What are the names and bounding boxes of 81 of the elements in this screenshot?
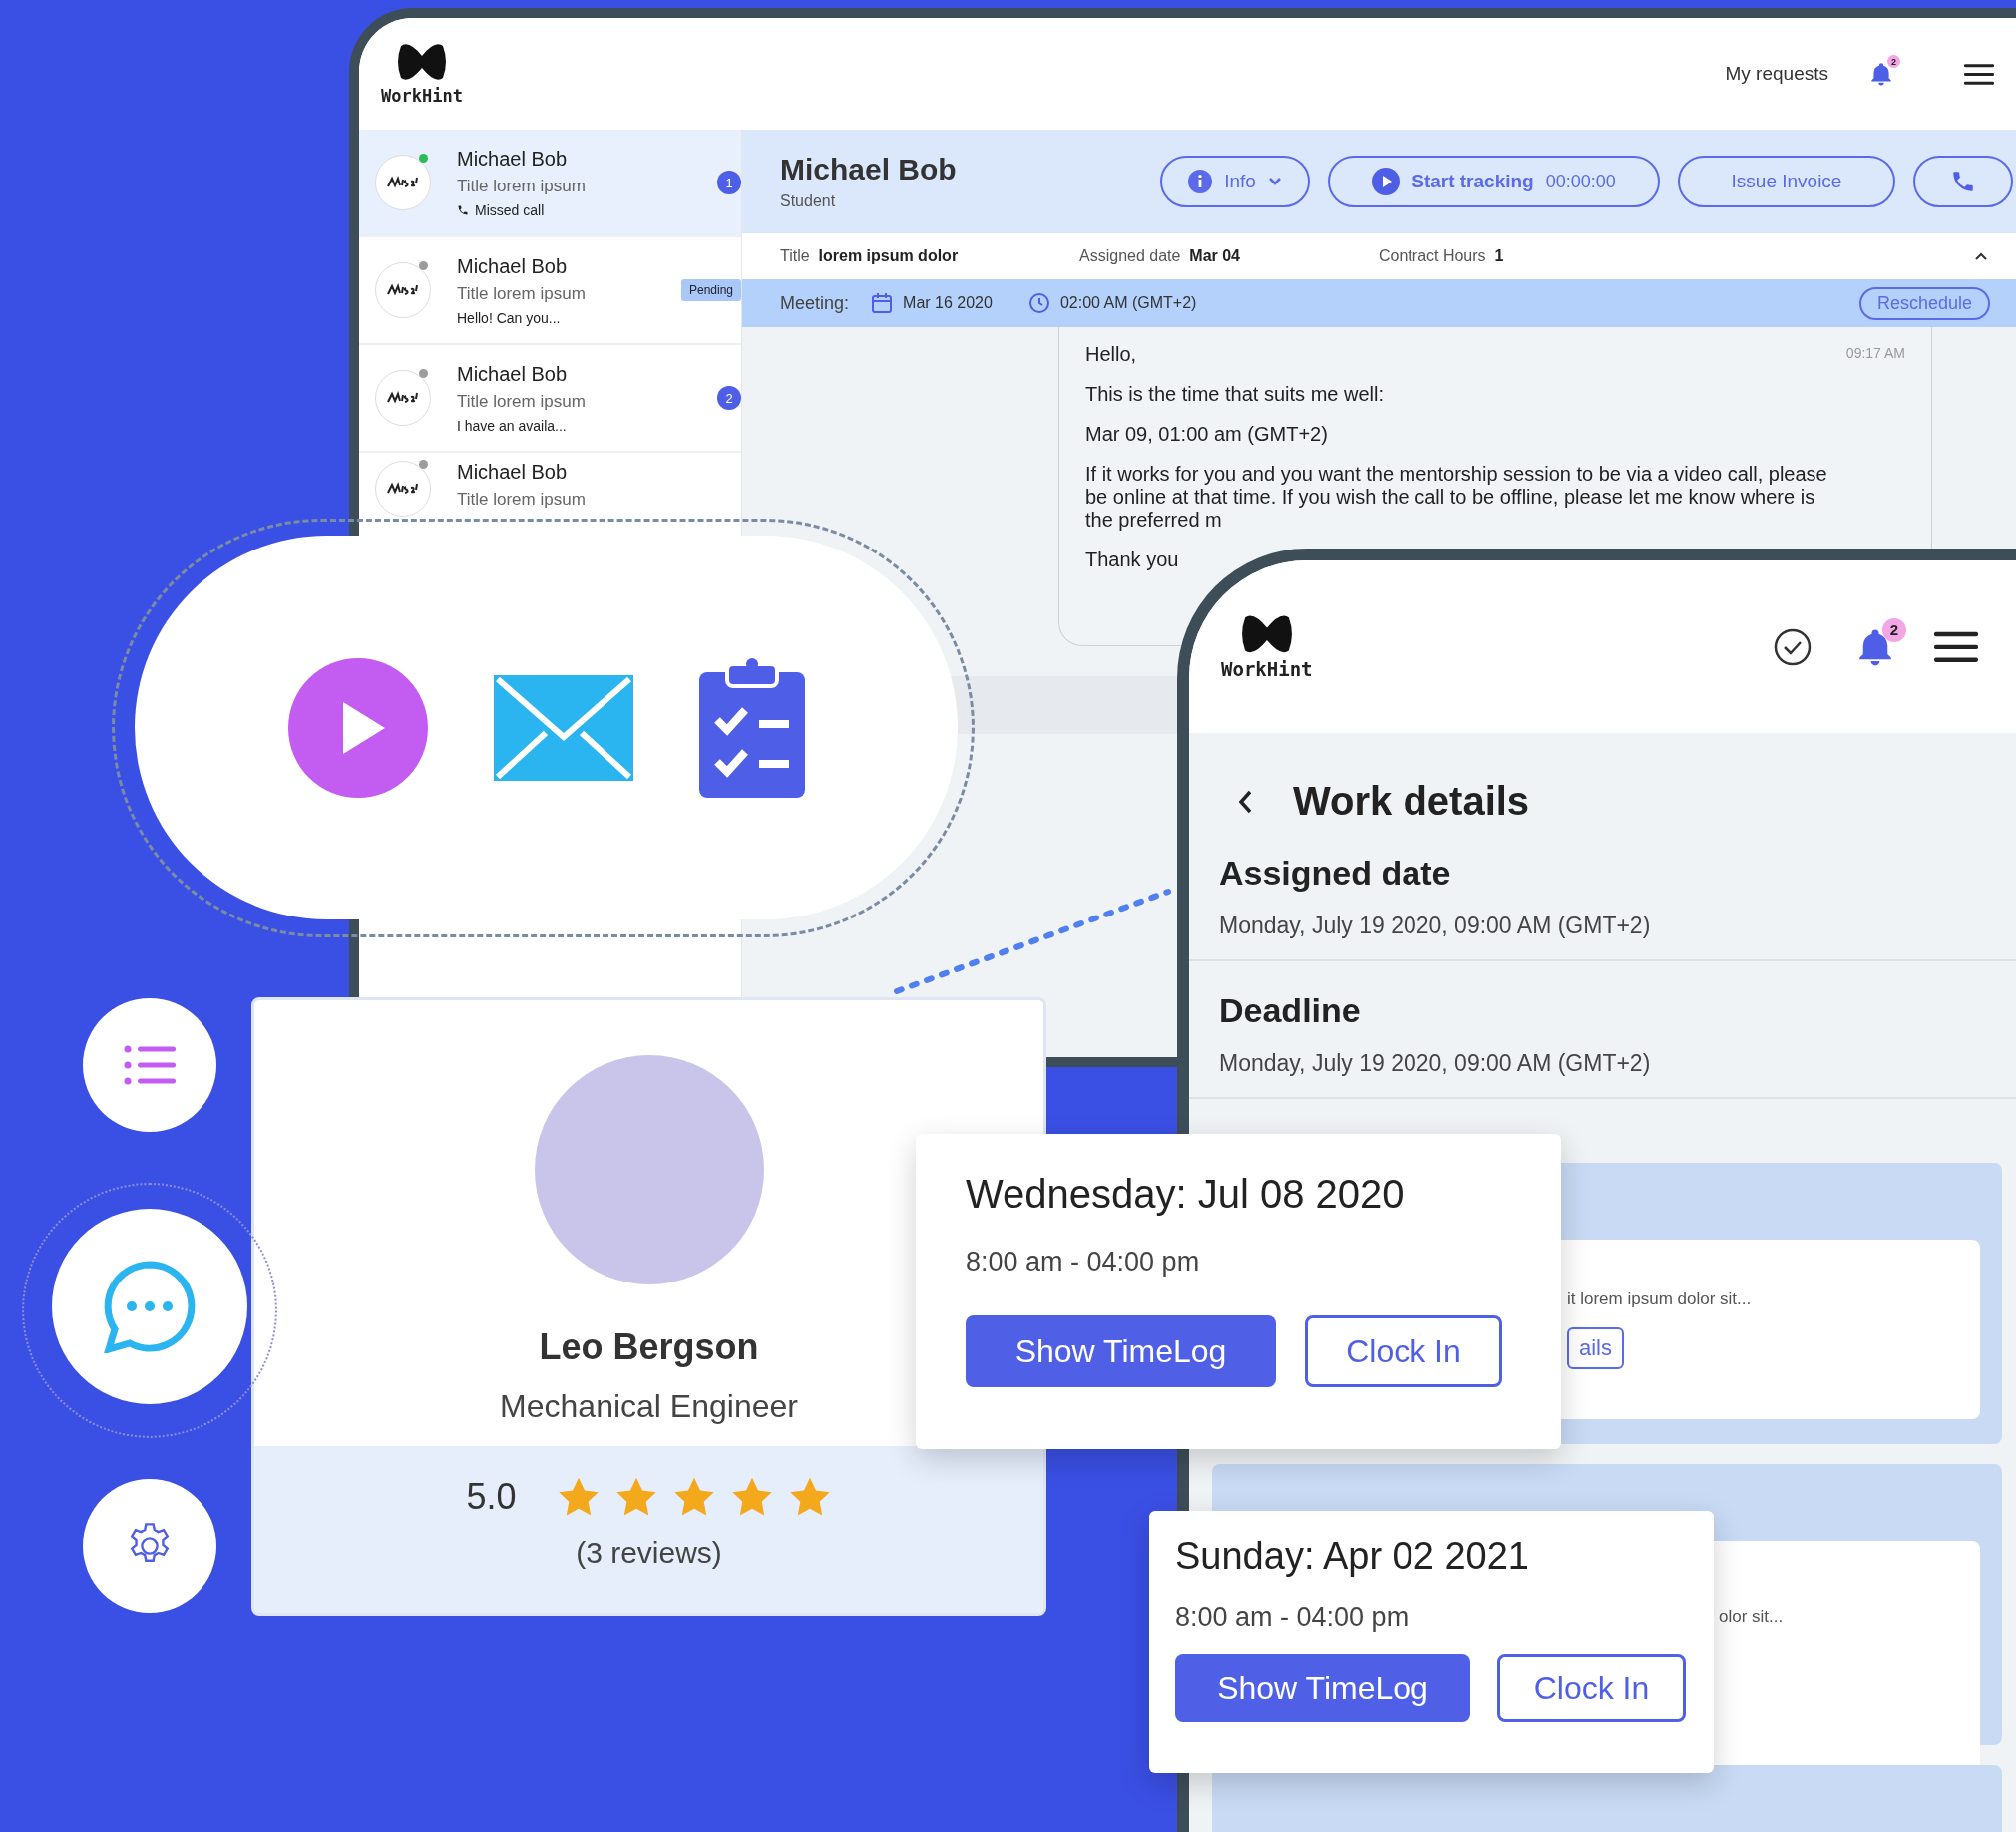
check-circle-icon[interactable] (1773, 626, 1813, 667)
contact-name: Michael Bob (457, 147, 569, 171)
message-paragraph: This is the time that suits me well: (1085, 383, 1384, 406)
play-icon (1372, 168, 1401, 195)
back-icon[interactable] (1237, 788, 1253, 815)
meeting-time: 02:00 AM (GMT+2) (1059, 294, 1197, 312)
chevron-down-icon (1267, 177, 1282, 186)
signature-logo-icon (386, 283, 420, 297)
field-label: Deadline (1219, 991, 1362, 1030)
schedule-hours: 8:00 am - 04:00 pm (1175, 1602, 1411, 1633)
meeting-label: Meeting: (780, 292, 850, 314)
unread-badge: 2 (717, 386, 741, 410)
contact-name: Michael Bob (780, 153, 958, 186)
menu-icon[interactable] (1934, 630, 1978, 663)
clock-icon (1027, 292, 1050, 314)
bell-icon[interactable] (1868, 61, 1894, 87)
chat-bubble-icon (103, 1260, 197, 1353)
contact-subtitle: Title lorem ipsum (457, 391, 587, 412)
message-time: 09:17 AM (1845, 345, 1905, 361)
checklist-icon[interactable] (698, 657, 805, 798)
schedule-hours: 8:00 am - 04:00 pm (966, 1247, 1201, 1278)
call-button[interactable] (1913, 156, 2013, 207)
message-preview: Hello! Can you... (457, 309, 561, 326)
message-preview: I have an availa... (457, 417, 567, 434)
status-tag: Pending (680, 279, 741, 301)
card-text: it lorem ipsum dolor sit... (1567, 1289, 1753, 1309)
meeting-date: Mar 16 2020 (903, 294, 993, 312)
list-icon (124, 1045, 176, 1085)
notification-badge: 2 (1882, 617, 1906, 642)
detail-text: Title lorem ipsum dolor (780, 247, 960, 265)
signature-logo-icon (386, 176, 420, 189)
show-timelog-button[interactable]: Show TimeLog (966, 1315, 1276, 1387)
unread-badge: 1 (717, 171, 741, 194)
contact-subtitle: Title lorem ipsum (457, 283, 587, 304)
schedule-date: Wednesday: Jul 08 2020 (966, 1172, 1406, 1217)
logo-icon (396, 42, 447, 82)
rating-value: 5.0 (466, 1476, 517, 1518)
detail-text: Assigned date Mar 04 (1079, 247, 1241, 265)
message-paragraph: Thank you (1085, 549, 1179, 571)
contact-name: Michael Bob (457, 254, 569, 278)
signature-logo-icon (386, 391, 420, 405)
play-icon[interactable] (287, 657, 428, 798)
logo-text: WorkHint (1221, 658, 1313, 681)
field-value: Monday, July 19 2020, 09:00 AM (GMT+2) (1219, 1050, 1652, 1077)
collapse-icon[interactable] (1974, 251, 1988, 261)
phone-icon (1950, 169, 1976, 194)
field-label: Assigned date (1219, 854, 1452, 893)
reschedule-button[interactable]: Reschedule (1858, 286, 1990, 320)
contact-role: Student (780, 192, 837, 210)
detail-text: Contract Hours 1 (1379, 247, 1505, 265)
review-count: (3 reviews) (576, 1536, 722, 1570)
phone-icon (457, 203, 469, 216)
logo-text: WorkHint (381, 86, 463, 106)
info-icon (1188, 170, 1213, 193)
clock-in-button[interactable]: Clock In (1497, 1654, 1686, 1722)
show-timelog-button[interactable]: Show TimeLog (1175, 1654, 1470, 1722)
contact-subtitle: Title lorem ipsum (457, 176, 587, 196)
page-title: Work details (1293, 779, 1530, 824)
clock-in-button[interactable]: Clock In (1305, 1315, 1502, 1387)
message-paragraph: Mar 09, 01:00 am (GMT+2) (1085, 423, 1328, 446)
profile-title: Mechanical Engineer (500, 1388, 798, 1425)
signature-logo-icon (386, 482, 420, 496)
details-button[interactable]: ails (1567, 1327, 1624, 1369)
calendar-icon (871, 292, 894, 314)
info-button[interactable]: Info (1160, 156, 1310, 207)
message-paragraph: If it works for you and you want the mentorship session to be via a video call, please be online at that time. If you wish the call to be offline, please let me know where is the preferred m (1085, 463, 1828, 532)
schedule-date: Sunday: Apr 02 2021 (1175, 1535, 1530, 1578)
issue-invoice-button[interactable]: Issue Invoice (1678, 156, 1895, 207)
message-preview: Missed call (475, 201, 545, 218)
contact-subtitle: Title lorem ipsum (457, 490, 587, 510)
field-value: Monday, July 19 2020, 09:00 AM (GMT+2) (1219, 913, 1652, 939)
conversation-item[interactable]: Michael Bob Title lorem ipsum Missed call 1 (359, 130, 741, 237)
message-paragraph: Hello, (1085, 343, 1137, 366)
nav-link[interactable]: My requests (1725, 63, 1828, 85)
menu-icon[interactable] (1964, 62, 1994, 86)
contact-name: Michael Bob (457, 362, 569, 386)
card-text: olor sit... (1719, 1607, 1785, 1627)
profile-name: Leo Bergson (539, 1326, 759, 1368)
start-tracking-button[interactable]: Start tracking 00:00:00 (1328, 156, 1660, 207)
notification-badge: 2 (1887, 55, 1900, 68)
contact-name: Michael Bob (457, 461, 569, 484)
